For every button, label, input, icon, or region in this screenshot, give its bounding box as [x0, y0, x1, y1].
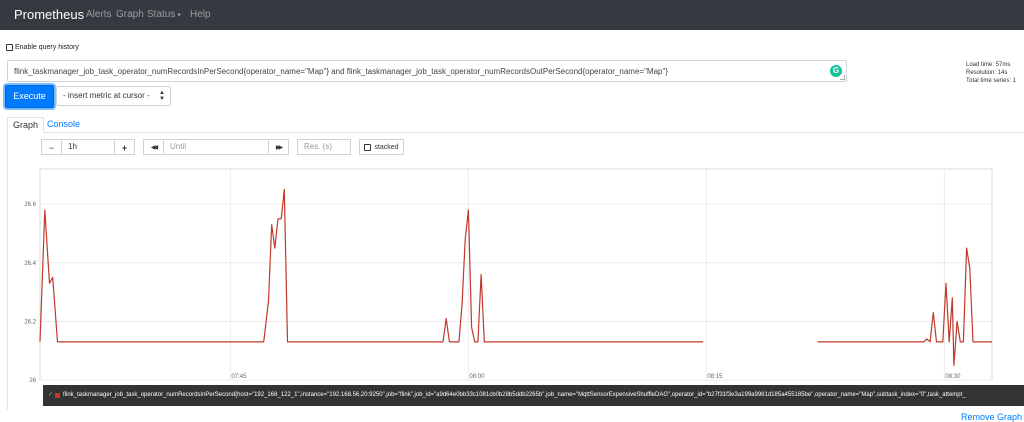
expression-text: flink_taskmanager_job_task_operator_numR… — [14, 67, 668, 76]
series-swatch — [55, 393, 60, 398]
execute-button[interactable]: Execute — [5, 85, 54, 108]
x-tick-label: 08:30 — [945, 374, 961, 380]
tab-console[interactable]: Console — [47, 117, 80, 131]
stacked-label: stacked — [374, 144, 399, 151]
nav-status-label: Status — [147, 9, 176, 20]
range-plus-button[interactable]: + — [114, 139, 135, 155]
navbar: Prometheus Alerts Graph Status ▾ Help — [0, 0, 1024, 30]
total-time-series: Total time series: 1 — [966, 78, 1017, 84]
y-tick-label: 26.4 — [24, 261, 36, 267]
nav-status[interactable]: Status ▾ — [147, 9, 181, 20]
resize-handle-icon[interactable] — [840, 75, 845, 80]
until-input[interactable]: Until — [163, 139, 269, 155]
insert-metric-select[interactable]: - insert metric at cursor - ▲ ▼ — [56, 86, 171, 106]
range-input[interactable]: 1h — [61, 139, 115, 155]
resolution-input[interactable]: Res. (s) — [297, 139, 351, 155]
query-stats: Load time: 57ms Resolution: 14s Total ti… — [966, 61, 1016, 85]
load-time: Load time: 57ms — [966, 62, 1011, 68]
legend[interactable]: ✓ flink_taskmanager_job_task_operator_nu… — [43, 385, 1024, 406]
y-tick-label: 26 — [29, 378, 36, 384]
range-minus-button[interactable]: − — [41, 139, 62, 155]
plot-area — [39, 168, 993, 381]
select-arrows-icon: ▲ ▼ — [159, 90, 165, 102]
x-tick-label: 08:00 — [469, 374, 485, 380]
stacked-button[interactable]: stacked — [359, 139, 404, 155]
remove-graph-link[interactable]: Remove Graph — [961, 412, 1022, 422]
check-icon: ✓ — [48, 392, 54, 398]
brand-logo[interactable]: Prometheus — [14, 7, 84, 22]
query-history-label: Enable query history — [15, 44, 79, 51]
tab-graph[interactable]: Graph — [7, 117, 44, 133]
nav-alerts[interactable]: Alerts — [86, 9, 112, 20]
insert-metric-label: - insert metric at cursor - — [63, 91, 150, 100]
y-tick-label: 26.2 — [24, 319, 36, 325]
resolution: Resolution: 14s — [966, 70, 1008, 76]
stacked-checkbox-icon — [364, 143, 372, 151]
nav-graph[interactable]: Graph — [116, 9, 144, 20]
nav-help[interactable]: Help — [190, 9, 211, 20]
expression-input[interactable]: flink_taskmanager_job_task_operator_numR… — [7, 60, 847, 82]
legend-series-label: flink_taskmanager_job_task_operator_numR… — [63, 392, 966, 398]
forward-icon[interactable]: ▶▶ — [268, 139, 289, 155]
x-tick-label: 07:45 — [231, 374, 247, 380]
graph-chart: 26 26.2 26.4 26.6 07:45 08:00 08:15 08:30 — [24, 168, 993, 384]
x-tick-label: 08:15 — [707, 374, 723, 380]
y-tick-label: 26.6 — [24, 202, 36, 208]
chevron-down-icon: ▾ — [177, 12, 181, 19]
back-icon[interactable]: ◀◀ — [143, 139, 164, 155]
query-history-checkbox[interactable] — [6, 44, 13, 51]
